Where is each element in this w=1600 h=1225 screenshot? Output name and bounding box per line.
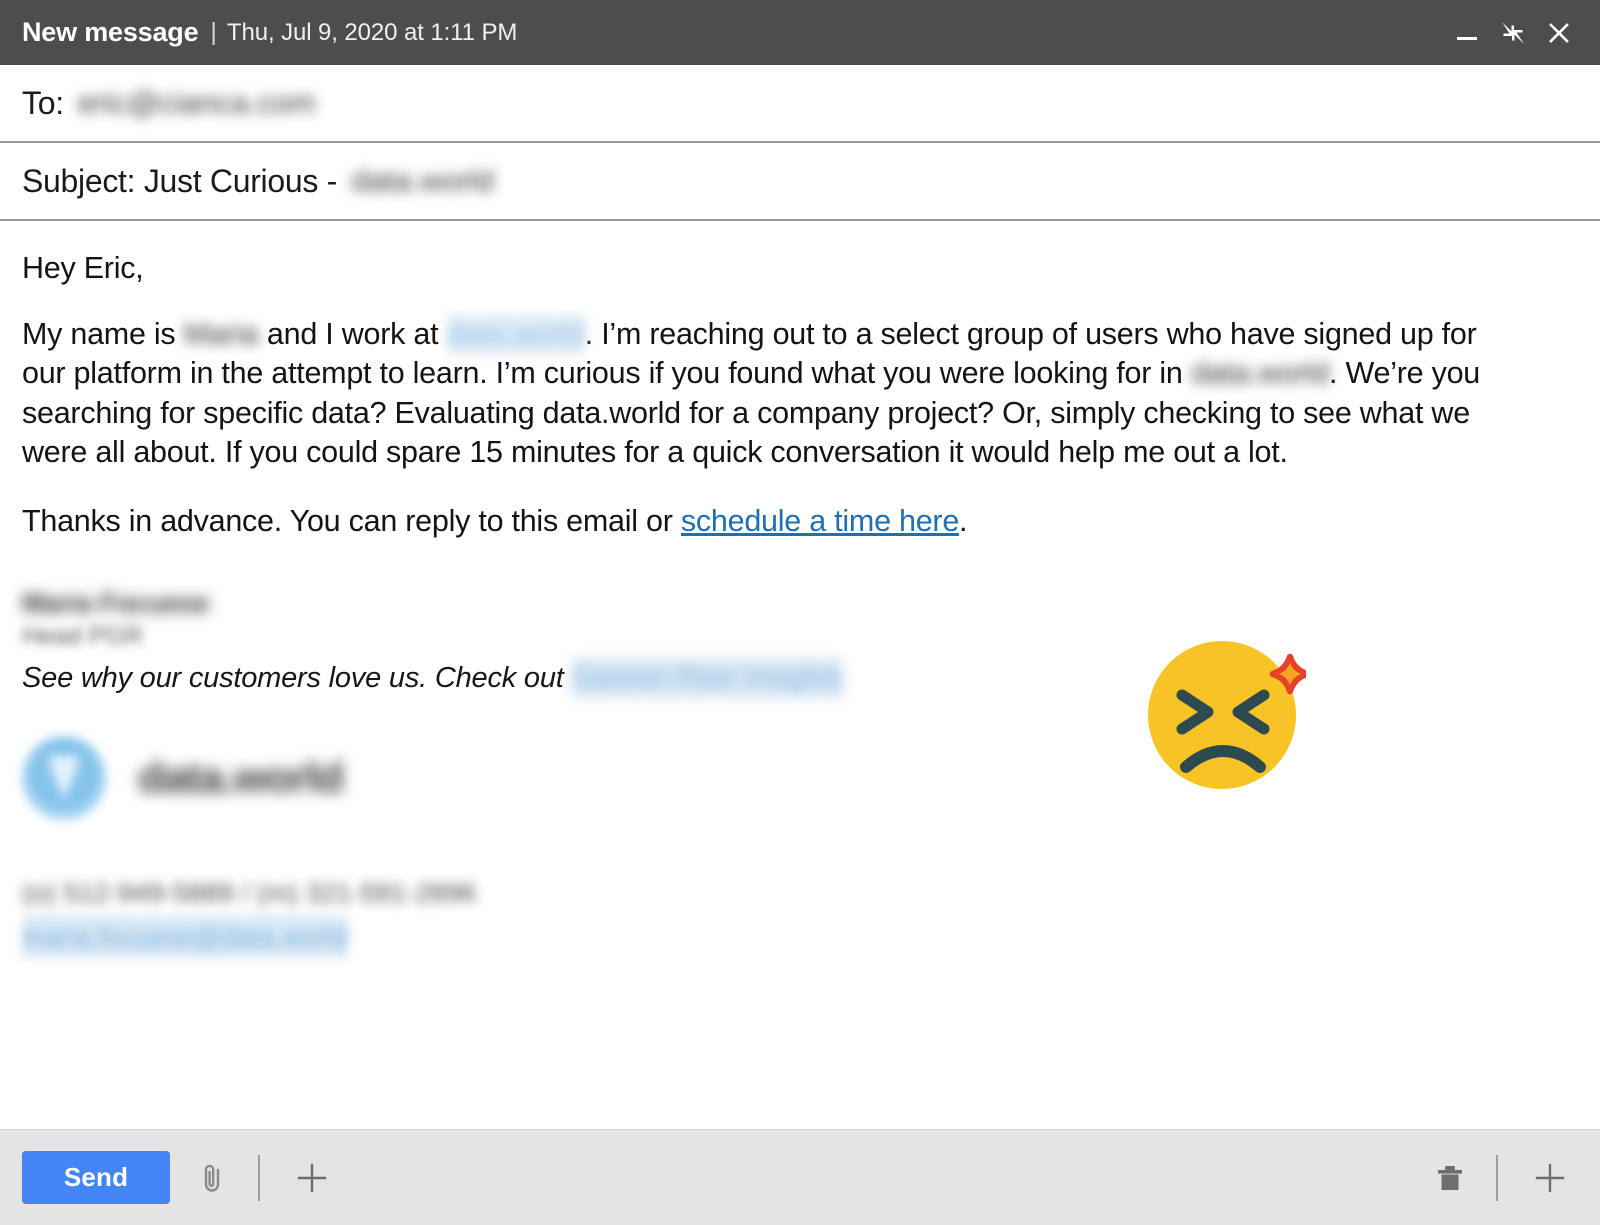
subject-field-row[interactable]: Subject: Just Curious - data.world: [0, 143, 1600, 221]
body-p1-segment-1: My name is: [22, 316, 176, 351]
trash-icon[interactable]: [1422, 1150, 1478, 1206]
add-icon[interactable]: [284, 1150, 340, 1206]
subject-input[interactable]: data.world: [351, 163, 494, 199]
signature-name: Maria Focuese: [22, 588, 210, 618]
body-paragraph-1: My name is Maria and I work at data.worl…: [22, 314, 1522, 473]
message-timestamp: Thu, Jul 9, 2020 at 1:11 PM: [226, 18, 518, 46]
signature-tagline: See why our customers love us. Check out…: [22, 658, 1578, 698]
schedule-time-link[interactable]: schedule a time here: [681, 504, 959, 538]
to-label: To:: [22, 84, 64, 121]
compose-toolbar: Send: [0, 1129, 1600, 1225]
dataworld-logo-icon: [22, 736, 106, 820]
signature-tagline-text: See why our customers love us. Check out: [22, 662, 564, 694]
to-input[interactable]: eric@cianca.com: [78, 85, 316, 121]
send-button[interactable]: Send: [22, 1151, 170, 1204]
signature-logo-row: data.world: [22, 736, 1578, 820]
signature-logo-text: data.world: [138, 753, 344, 802]
redacted-company-2: data.world: [1190, 356, 1330, 390]
signature-email-link[interactable]: maria.focuese@data.world: [22, 916, 349, 958]
redacted-sender-name: Maria: [183, 316, 259, 351]
body-p2-segment-2: .: [959, 503, 968, 538]
window-title-bar: New message | Thu, Jul 9, 2020 at 1:11 P…: [0, 0, 1600, 65]
compose-email-window: New message | Thu, Jul 9, 2020 at 1:11 P…: [0, 0, 1600, 1225]
attach-icon[interactable]: [184, 1150, 240, 1206]
gartner-peer-insights-link[interactable]: Gartner Peer Insights: [571, 658, 843, 698]
page-title: New message: [22, 17, 199, 47]
body-paragraph-2: Thanks in advance. You can reply to this…: [22, 502, 1522, 542]
message-body[interactable]: Hey Eric, My name is Maria and I work at…: [0, 221, 1600, 1129]
email-signature: Maria Focuese Head PGR See why our custo…: [22, 587, 1578, 963]
recipient-field-row[interactable]: To: eric@cianca.com: [0, 65, 1600, 143]
subject-label: Subject: Just Curious -: [22, 162, 338, 199]
add-icon[interactable]: [1522, 1150, 1578, 1206]
title-separator: |: [210, 18, 217, 46]
signature-title: Head PGR: [22, 622, 143, 650]
redacted-company-link-1[interactable]: data.world: [446, 314, 585, 354]
signature-contact-block: (o) 512-949-5889 / (m) 321-591-2896 mari…: [22, 872, 1578, 963]
toolbar-divider-right: [1496, 1154, 1498, 1201]
toolbar-divider-left: [258, 1154, 260, 1201]
body-greeting: Hey Eric,: [22, 251, 144, 285]
close-button[interactable]: [1536, 10, 1582, 56]
persevering-angry-face-emoji: [1146, 633, 1306, 793]
restore-button[interactable]: [1490, 10, 1536, 56]
body-p2-segment-1: Thanks in advance. You can reply to this…: [22, 503, 673, 538]
signature-phone: (o) 512-949-5889 / (m) 321-591-2896: [22, 878, 477, 908]
minimize-button[interactable]: [1444, 10, 1490, 56]
body-p1-segment-2: and I work at: [266, 316, 439, 351]
